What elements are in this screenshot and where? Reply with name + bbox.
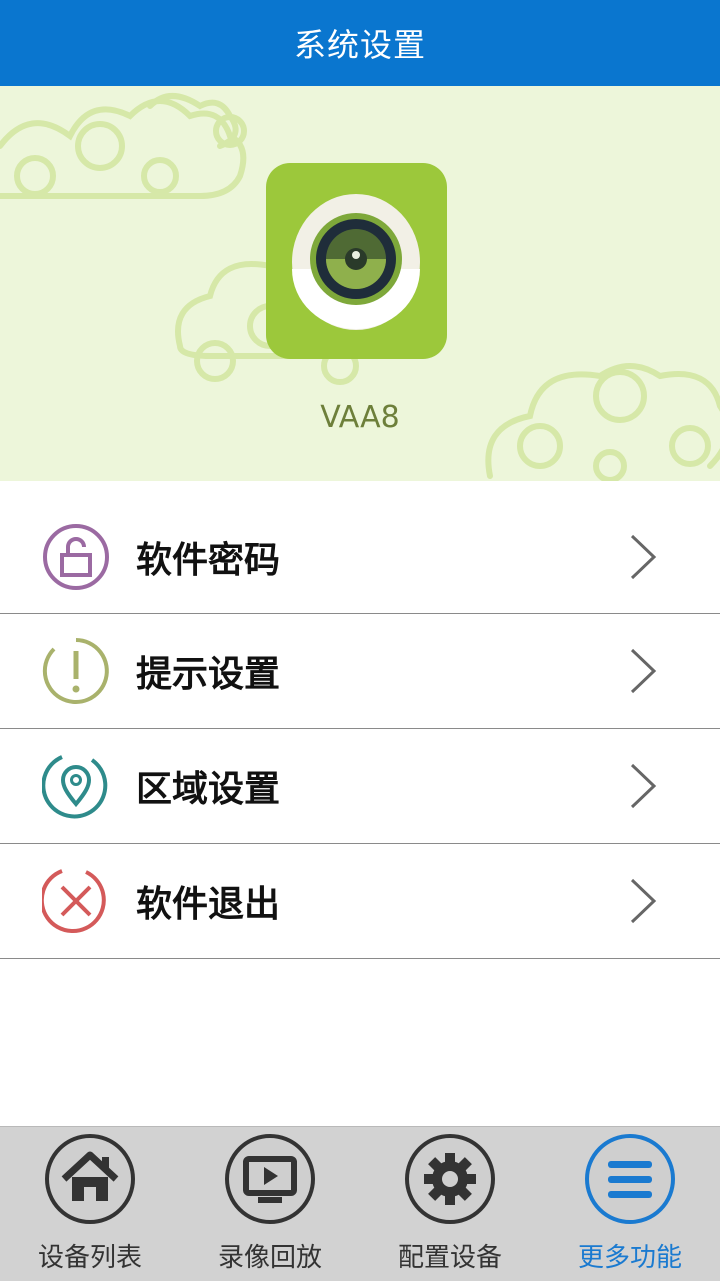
menu-item-label: 区域设置 <box>136 769 281 810</box>
gear-icon <box>405 1134 495 1224</box>
bottom-tab-bar: 设备列表 录像回放 配置设备 更多功能 <box>0 1126 720 1281</box>
alert-icon <box>42 638 109 704</box>
app-name: VAA8 <box>320 400 400 435</box>
menu-item-region-settings[interactable]: 区域设置 <box>0 729 720 844</box>
tab-label: 配置设备 <box>397 1243 502 1273</box>
page-title: 系统设置 <box>293 26 426 64</box>
tab-more-features[interactable]: 更多功能 <box>540 1127 720 1281</box>
menu-item-label: 软件退出 <box>136 884 281 925</box>
camera-lens-icon <box>292 194 420 330</box>
settings-menu: 软件密码 提示设置 区域设置 软件退出 <box>0 500 720 959</box>
menu-item-alert-settings[interactable]: 提示设置 <box>0 614 720 729</box>
tab-label: 设备列表 <box>37 1243 142 1273</box>
playback-icon <box>225 1134 315 1224</box>
location-pin-icon <box>42 755 108 819</box>
tab-device-list[interactable]: 设备列表 <box>0 1127 180 1281</box>
chevron-right-icon <box>630 534 657 579</box>
lock-icon <box>43 523 109 590</box>
chevron-right-icon <box>630 648 657 694</box>
app-logo <box>266 163 447 359</box>
chevron-right-icon <box>630 763 657 809</box>
exit-icon <box>42 869 106 934</box>
menu-item-exit[interactable]: 软件退出 <box>0 844 720 959</box>
menu-item-software-password[interactable]: 软件密码 <box>0 500 720 614</box>
menu-icon <box>585 1134 675 1224</box>
chevron-right-icon <box>630 878 657 924</box>
tab-label: 录像回放 <box>217 1243 322 1273</box>
home-icon <box>45 1134 135 1224</box>
tab-label: 更多功能 <box>577 1243 682 1273</box>
menu-item-label: 软件密码 <box>136 539 281 581</box>
tab-playback[interactable]: 录像回放 <box>180 1127 360 1281</box>
title-bar: 系统设置 <box>0 0 720 86</box>
tab-device-config[interactable]: 配置设备 <box>360 1127 540 1281</box>
app-banner: VAA8 <box>0 86 720 481</box>
menu-item-label: 提示设置 <box>136 654 281 695</box>
